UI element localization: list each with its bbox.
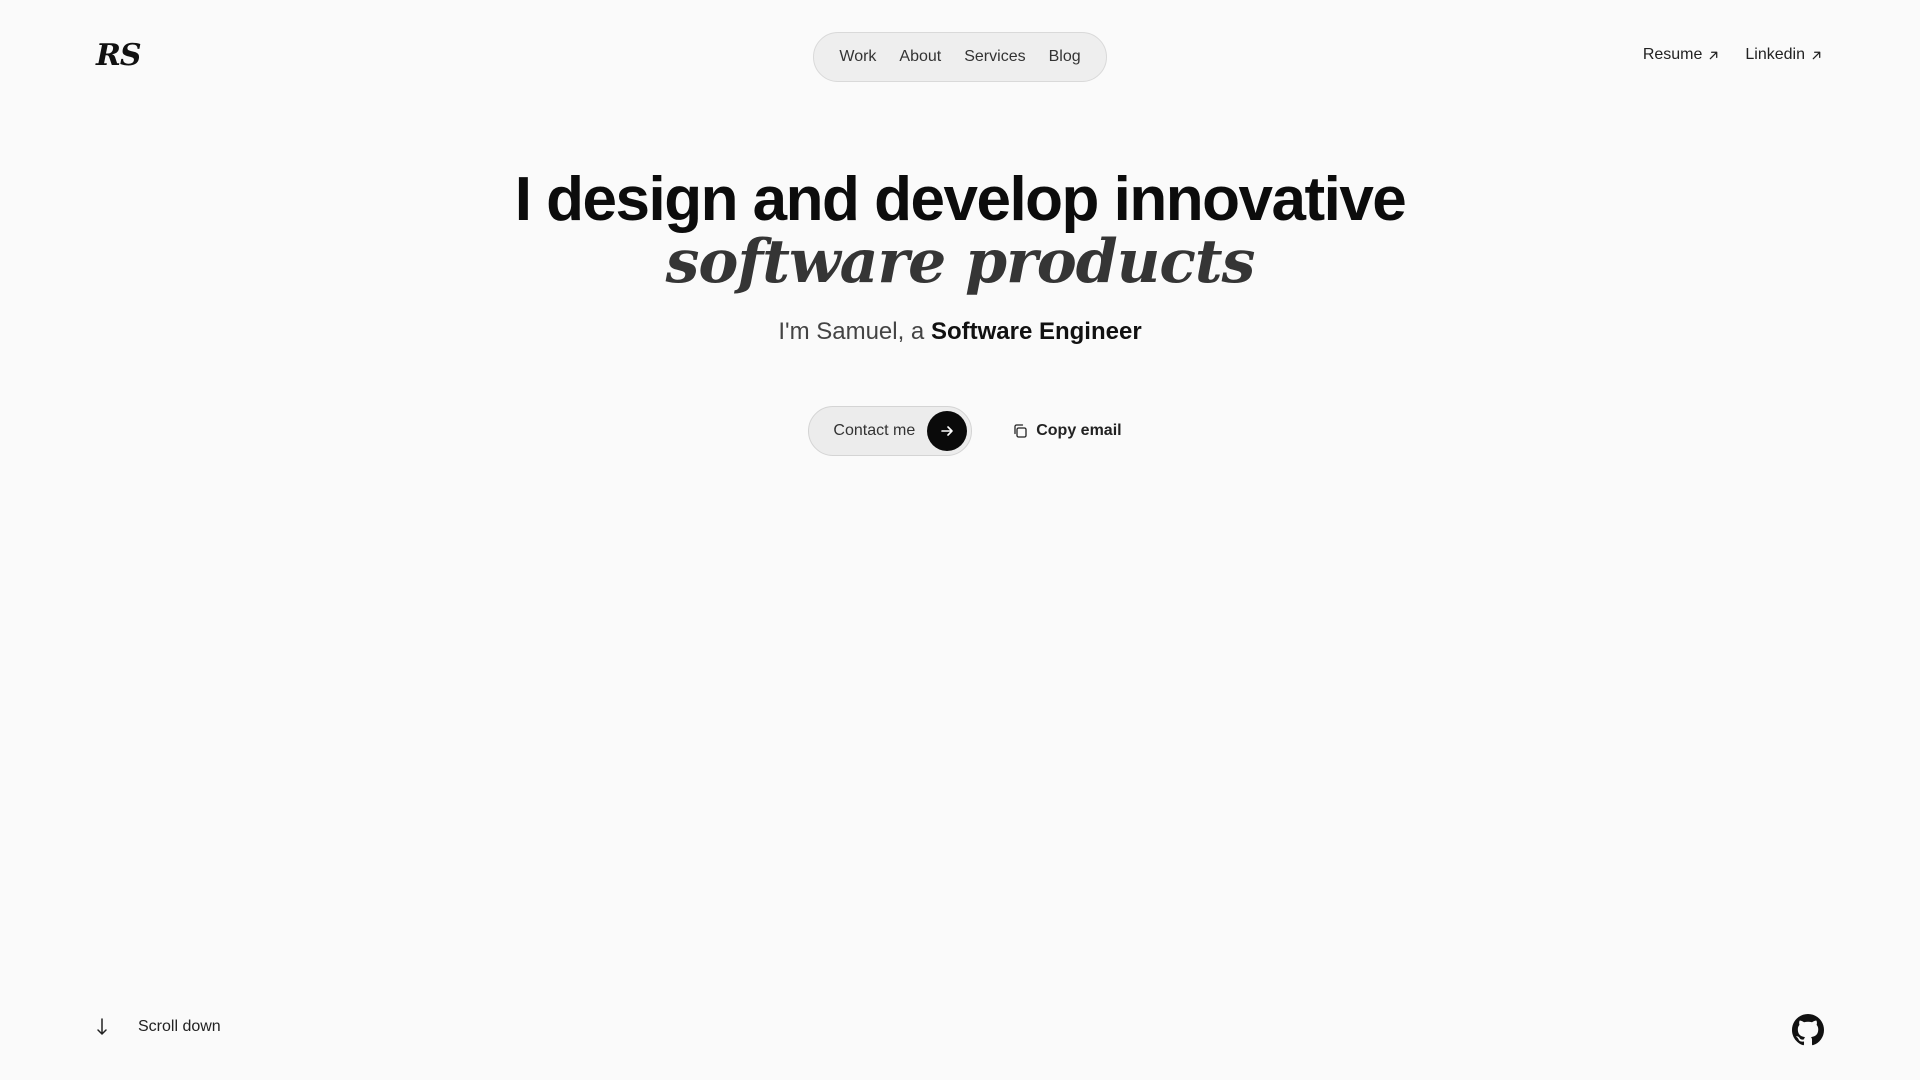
linkedin-link[interactable]: Linkedin [1745,46,1822,64]
nav-item-blog[interactable]: Blog [1049,48,1081,66]
hero: I design and develop innovative software… [0,164,1920,346]
github-icon [1792,1014,1824,1046]
main-nav: Work About Services Blog [813,32,1107,82]
page: RS Work About Services Blog Resume Linke… [0,0,1920,1080]
external-links: Resume Linkedin [1643,46,1822,64]
intro-prefix: I'm Samuel, a [778,318,931,345]
headline-line-1: I design and develop innovative [514,165,1407,234]
resume-link[interactable]: Resume [1643,46,1720,64]
copy-email-label: Copy email [1036,422,1122,439]
logo[interactable]: RS [96,38,142,73]
headline-line-2: software products [665,227,1256,297]
arrow-down-icon [97,1018,107,1035]
nav-item-about[interactable]: About [899,48,941,66]
nav-item-services[interactable]: Services [964,48,1025,66]
hero-actions: Contact me Copy email [0,406,1920,456]
scroll-down-link[interactable]: Scroll down [96,1018,221,1036]
linkedin-link-label: Linkedin [1745,46,1805,63]
scroll-down-label: Scroll down [138,1018,221,1035]
intro-text: I'm Samuel, a Software Engineer [0,318,1920,346]
nav-item-work[interactable]: Work [839,48,876,66]
intro-role: Software Engineer [930,318,1142,345]
contact-me-button[interactable]: Contact me [808,406,973,456]
contact-me-label: Contact me [833,422,916,439]
arrow-right-icon [927,411,968,451]
github-link[interactable] [1792,1014,1824,1046]
arrow-up-right-icon [1710,51,1718,59]
resume-link-label: Resume [1642,46,1703,63]
copy-email-button[interactable]: Copy email [1012,422,1122,440]
arrow-up-right-icon [1812,51,1821,59]
copy-icon [1014,424,1027,438]
